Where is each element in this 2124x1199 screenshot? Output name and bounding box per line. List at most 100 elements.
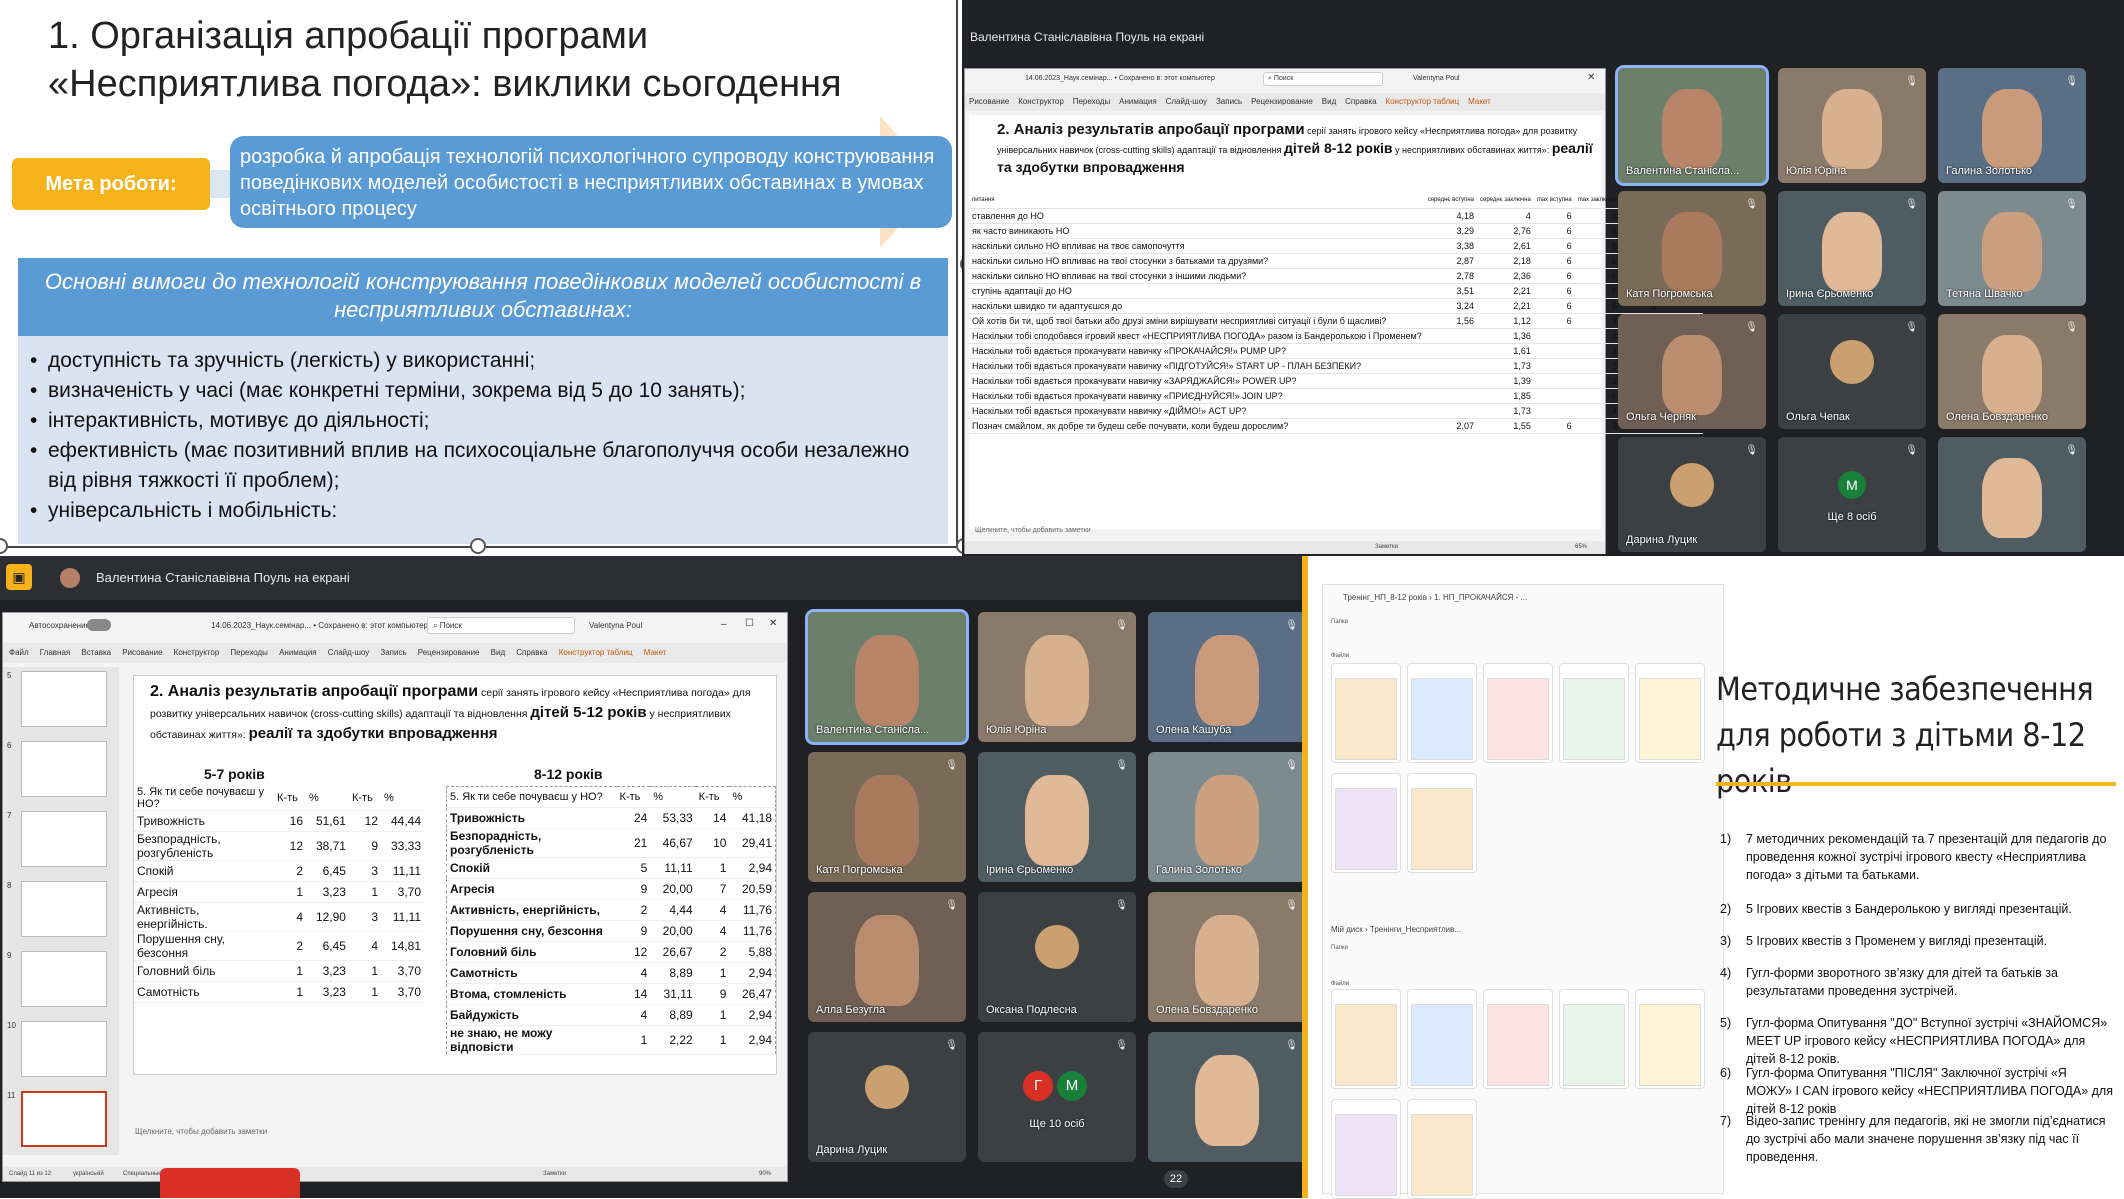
table-cell[interactable]: 20,00 — [650, 920, 696, 942]
table-cell[interactable]: наскільки сильно НО впливає на твої стос… — [969, 268, 1425, 284]
table-cell[interactable]: 6 — [1574, 298, 1621, 314]
table-cell[interactable]: Порушення сну, безсоння — [134, 931, 274, 961]
table-cell[interactable]: Самотність — [134, 981, 274, 1003]
ribbon-tab[interactable]: Рецензирование — [1251, 97, 1313, 106]
table-cell[interactable]: 2,76 — [1476, 223, 1534, 239]
close-icon[interactable]: ✕ — [1587, 72, 1595, 83]
table-cell[interactable]: 31,11 — [650, 983, 696, 1005]
table-cell[interactable]: 20,00 — [650, 878, 696, 900]
table-cell[interactable]: 9 — [695, 983, 730, 1005]
table-cell[interactable]: 6 — [1533, 418, 1575, 434]
slide-thumbnail[interactable] — [21, 741, 107, 797]
table-cell[interactable]: 12 — [348, 810, 381, 832]
table-cell[interactable]: 1 — [695, 857, 730, 879]
table-cell[interactable]: 9 — [616, 878, 651, 900]
table-cell[interactable]: 3 — [1574, 328, 1621, 344]
table-cell[interactable]: 3 — [1574, 343, 1621, 359]
table-cell[interactable]: 3 — [1574, 418, 1621, 434]
table-cell[interactable]: Втома, стомленість — [446, 983, 617, 1005]
participant-tile[interactable]: 🎙︎ Юлія Юріна — [978, 612, 1136, 742]
table-cell[interactable]: 3,51 — [1424, 283, 1477, 299]
table-cell[interactable]: 1,73 — [1476, 358, 1534, 374]
menu-tab[interactable]: Рецензирование — [418, 648, 480, 657]
participant-tile[interactable]: 🎙︎ Дарина Луцик — [1618, 437, 1766, 552]
menu-tab[interactable]: Макет — [644, 648, 667, 657]
minimize-icon[interactable]: – — [721, 619, 727, 630]
ribbon-tab[interactable]: Запись — [1216, 97, 1242, 106]
table-cell[interactable]: Агресія — [134, 881, 274, 903]
table-cell[interactable]: 1 — [616, 1025, 651, 1055]
table-cell[interactable]: Безпорадність, розгубленість — [446, 828, 617, 858]
table-cell[interactable]: 5 — [616, 857, 651, 879]
table-cell[interactable]: Ой хотів би ти, щоб твої батьки або друз… — [969, 313, 1425, 329]
table-cell[interactable]: 2,94 — [729, 1004, 776, 1026]
table-cell[interactable]: 1 — [695, 1004, 730, 1026]
table-cell[interactable]: 4,44 — [650, 899, 696, 921]
table-cell[interactable]: Агресія — [446, 878, 617, 900]
table-cell[interactable]: 2,87 — [1424, 253, 1477, 269]
drive-file-card[interactable] — [1559, 989, 1629, 1089]
table-cell[interactable]: 6 — [1533, 313, 1575, 329]
participant-tile[interactable]: Валентина Станісла... — [1615, 65, 1769, 186]
menu-tab[interactable]: Слайд-шоу — [328, 648, 369, 657]
table-cell[interactable]: ставлення до НО — [969, 208, 1425, 224]
table-cell[interactable]: Наскільки тобі вдається прокачувати нави… — [969, 343, 1425, 359]
table-cell[interactable]: наскільки швидко ти адаптуєшся до — [969, 298, 1425, 314]
table-cell[interactable]: 12,90 — [306, 902, 349, 932]
participant-tile[interactable]: 🎙︎ Алла Безугла — [808, 892, 966, 1022]
table-cell[interactable]: 2,94 — [729, 962, 776, 984]
menu-tab[interactable]: Переходы — [230, 648, 268, 657]
table-cell[interactable]: 14,81 — [381, 931, 424, 961]
participant-tile[interactable]: 🎙︎ Тетяна Швачко — [1938, 191, 2086, 306]
table-cell[interactable]: 1,55 — [1476, 418, 1534, 434]
leave-button[interactable] — [160, 1168, 300, 1198]
table-cell[interactable]: 4,18 — [1424, 208, 1477, 224]
drive-file-card[interactable] — [1407, 773, 1477, 873]
table-cell[interactable]: 3 — [1574, 358, 1621, 374]
table-cell[interactable] — [1533, 343, 1575, 359]
table-cell[interactable] — [1424, 388, 1477, 404]
table-cell[interactable]: Безпорадність, розгубленість — [134, 831, 274, 861]
table-cell[interactable]: 41,18 — [729, 807, 776, 829]
excel-search[interactable]: ⌕ Поиск — [1263, 72, 1383, 86]
ribbon-tab[interactable]: Анимация — [1119, 97, 1157, 106]
participant-tile[interactable]: 🎙︎ Галина Золотько — [1938, 68, 2086, 183]
drive-file-card[interactable] — [1331, 773, 1401, 873]
table-cell[interactable]: 1,85 — [1476, 388, 1534, 404]
drive-file-card[interactable] — [1331, 663, 1401, 763]
table-cell[interactable]: 20,59 — [729, 878, 776, 900]
table-cell[interactable]: 1 — [348, 960, 381, 982]
table-cell[interactable]: 46,67 — [650, 828, 696, 858]
table-cell[interactable]: 11,11 — [381, 860, 424, 882]
slide-thumbnail[interactable] — [21, 671, 107, 727]
table-cell[interactable]: 26,47 — [729, 983, 776, 1005]
table-cell[interactable]: 11,76 — [729, 920, 776, 942]
drive-file-card[interactable] — [1483, 989, 1553, 1089]
table-cell[interactable]: 11,11 — [381, 902, 424, 932]
participant-tile[interactable]: 🎙︎ — [1148, 1032, 1306, 1162]
table-cell[interactable]: 4 — [1476, 208, 1534, 224]
menu-tab[interactable]: Анимация — [279, 648, 317, 657]
drive-file-card[interactable] — [1407, 1099, 1477, 1199]
menu-tab[interactable]: Файл — [9, 648, 29, 657]
drive-file-card[interactable] — [1635, 989, 1705, 1089]
table-cell[interactable]: 21 — [616, 828, 651, 858]
table-cell[interactable]: 5,88 — [729, 941, 776, 963]
table-cell[interactable]: 6 — [1574, 268, 1621, 284]
participant-tile[interactable]: 🎙︎ Олена Бовздаренко — [1938, 314, 2086, 429]
maximize-icon[interactable]: ☐ — [745, 618, 754, 629]
table-cell[interactable]: 4 — [348, 931, 381, 961]
table-cell[interactable] — [1424, 403, 1477, 419]
table-cell[interactable]: не знаю, не можу відповісти — [446, 1025, 617, 1055]
participant-tile[interactable]: Г М 🎙︎ Ще 10 осіб — [978, 1032, 1136, 1162]
table-cell[interactable] — [1424, 358, 1477, 374]
menu-tab[interactable]: Запись — [380, 648, 406, 657]
participant-tile[interactable]: Валентина Станісла... — [805, 609, 969, 745]
table-cell[interactable]: 3 — [348, 860, 381, 882]
drive-file-card[interactable] — [1407, 663, 1477, 763]
close-icon[interactable]: ✕ — [769, 618, 777, 629]
table-cell[interactable]: 38,71 — [306, 831, 349, 861]
table-cell[interactable] — [1424, 343, 1477, 359]
table-cell[interactable]: 11,76 — [729, 899, 776, 921]
table-cell[interactable]: 1 — [274, 960, 307, 982]
